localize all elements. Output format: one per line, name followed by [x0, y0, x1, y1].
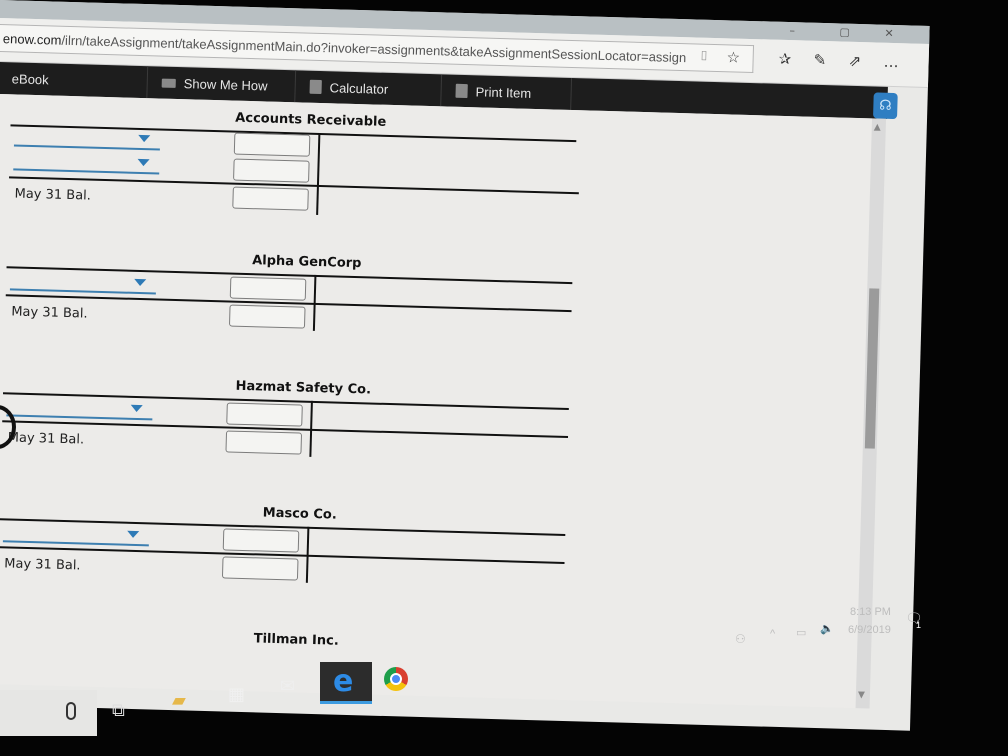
more-icon[interactable]: …: [883, 53, 898, 71]
microsoft-store-icon[interactable]: ▦: [228, 684, 245, 705]
show-me-how-label: Show Me How: [183, 75, 268, 94]
debit-amount-input[interactable]: [229, 276, 307, 301]
volume-icon[interactable]: 🔈: [820, 622, 834, 635]
t-account-tillman: Tillman Inc.: [0, 624, 566, 648]
chrome-icon[interactable]: [384, 667, 408, 691]
edge-icon: e: [333, 664, 354, 699]
account-dropdown[interactable]: [6, 398, 153, 421]
clock-date[interactable]: 6/9/2019: [848, 624, 891, 636]
favorite-star-icon[interactable]: ☆: [726, 48, 740, 66]
battery-icon[interactable]: ▭: [796, 626, 806, 639]
close-button[interactable]: ✕: [884, 27, 894, 40]
debit-amount-input[interactable]: [233, 132, 311, 157]
calculator-label: Calculator: [329, 79, 389, 97]
calculator-button[interactable]: Calculator: [295, 70, 443, 107]
ebook-label: eBook: [11, 70, 49, 87]
task-view-icon[interactable]: ⧉: [112, 700, 125, 721]
print-item-label: Print Item: [475, 83, 532, 101]
microphone-icon[interactable]: [66, 702, 76, 720]
chevron-down-icon: [130, 404, 143, 413]
file-explorer-icon[interactable]: ▰: [172, 690, 186, 711]
account-title: Tillman Inc.: [253, 631, 339, 649]
t-account-alpha-gencorp: Alpha GenCorp May 31 Bal.: [5, 246, 577, 331]
balance-label: May 31 Bal.: [7, 430, 85, 448]
mail-icon[interactable]: ✉: [280, 676, 295, 697]
url-path: /ilrn/takeAssignment/takeAssignmentMain.…: [61, 32, 687, 66]
reading-view-icon[interactable]: ▯: [701, 48, 708, 62]
account-dropdown[interactable]: [13, 152, 160, 175]
favorites-hub-icon[interactable]: ✰: [778, 50, 791, 68]
balance-label: May 31 Bal.: [14, 186, 92, 204]
debit-amount-input[interactable]: [226, 402, 303, 427]
scrollbar-thumb[interactable]: [864, 288, 880, 449]
balance-amount-input[interactable]: [225, 430, 303, 455]
minimize-button[interactable]: –: [789, 24, 795, 37]
notification-count-badge: 1: [916, 620, 922, 630]
clock-time[interactable]: 8:13 PM: [850, 606, 891, 618]
debit-amount-input[interactable]: [222, 528, 300, 553]
share-icon[interactable]: ⇗: [848, 52, 861, 70]
headset-icon: ☊: [878, 97, 892, 114]
people-icon[interactable]: ⚇: [735, 632, 746, 646]
chevron-down-icon: [137, 158, 150, 167]
balance-label: May 31 Bal.: [11, 304, 88, 322]
help-headset-button[interactable]: ☊: [873, 92, 898, 120]
account-title: Alpha GenCorp: [251, 253, 362, 272]
balance-amount-input[interactable]: [221, 556, 299, 581]
t-account-center-line: [316, 132, 321, 215]
balance-amount-input[interactable]: [232, 186, 309, 211]
video-icon: [161, 78, 176, 88]
account-dropdown[interactable]: [13, 128, 161, 151]
account-dropdown[interactable]: [2, 524, 150, 547]
scroll-down-icon[interactable]: ▼: [858, 690, 865, 700]
screen: – ▢ ✕ enow.com/ilrn/takeAssignment/takeA…: [0, 0, 1008, 756]
print-icon: [455, 83, 468, 99]
maximize-button[interactable]: ▢: [839, 25, 850, 38]
show-me-how-button[interactable]: Show Me How: [147, 66, 297, 103]
account-title: Masco Co.: [262, 505, 337, 523]
web-note-icon[interactable]: ✎: [813, 51, 826, 69]
ebook-button[interactable]: eBook: [0, 61, 149, 99]
chevron-down-icon: [127, 530, 140, 539]
chevron-down-icon: [134, 278, 147, 287]
show-hidden-icons-icon[interactable]: ^: [770, 628, 775, 640]
t-account-hazmat-safety: Hazmat Safety Co. May 31 Bal.: [2, 372, 574, 457]
print-item-button[interactable]: Print Item: [441, 74, 573, 110]
browser-window: – ▢ ✕ enow.com/ilrn/takeAssignment/takeA…: [0, 0, 930, 731]
chevron-down-icon: [138, 134, 151, 143]
account-title: Hazmat Safety Co.: [235, 378, 372, 398]
account-dropdown[interactable]: [9, 272, 157, 295]
url-host: enow.com: [2, 31, 62, 48]
balance-amount-input[interactable]: [228, 304, 306, 329]
t-account-masco: Masco Co. May 31 Bal.: [0, 498, 570, 583]
debit-amount-input[interactable]: [233, 158, 310, 183]
calculator-icon: [309, 79, 322, 95]
assignment-content: Accounts Receivable May 31 Bal. Alpha Ge…: [0, 93, 873, 709]
taskbar-search-box[interactable]: [0, 690, 97, 736]
scroll-up-icon[interactable]: ▲: [874, 122, 881, 132]
balance-label: May 31 Bal.: [4, 556, 81, 574]
